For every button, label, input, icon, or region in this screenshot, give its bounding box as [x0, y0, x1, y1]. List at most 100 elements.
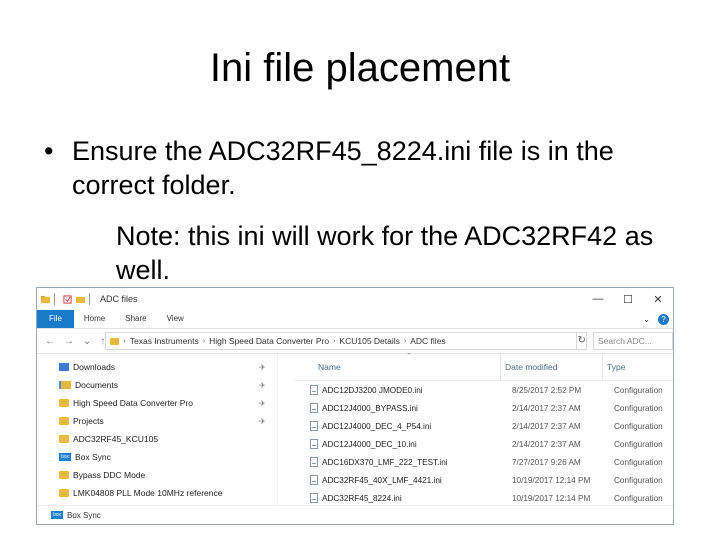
- ribbon: File Home Share View ⌄ ?: [37, 310, 673, 329]
- breadcrumb-hsdc-pro[interactable]: High Speed Data Converter Pro: [209, 336, 329, 346]
- nav-item-label: Documents: [75, 380, 118, 390]
- tab-share[interactable]: Share: [115, 310, 156, 328]
- ini-file-icon: [310, 421, 318, 431]
- pin-icon[interactable]: ✈: [259, 399, 266, 408]
- file-type: Configuration: [614, 493, 663, 503]
- nav-item-bypass-ddc[interactable]: Bypass DDC Mode: [37, 466, 277, 484]
- column-header-type[interactable]: Type: [602, 354, 625, 380]
- title-bar: ADC files — ☐ ✕: [37, 288, 673, 310]
- back-icon[interactable]: ←: [45, 336, 55, 347]
- column-header-name[interactable]: Name: [294, 362, 500, 372]
- pane-divider[interactable]: [278, 354, 294, 524]
- nav-item-projects[interactable]: Projects ✈: [37, 412, 277, 430]
- bullet-symbol: •: [44, 136, 54, 166]
- pin-icon[interactable]: ✈: [259, 417, 266, 426]
- tab-view[interactable]: View: [157, 310, 194, 328]
- folder-icon: [110, 337, 120, 345]
- nav-item-documents[interactable]: Documents ✈: [37, 376, 277, 394]
- maximize-button[interactable]: ☐: [613, 293, 643, 306]
- breadcrumb-kcu105-details[interactable]: KCU105 Details: [339, 336, 399, 346]
- table-row[interactable]: ADC12DJ3200 JMODE0.ini 8/25/2017 2:52 PM C…: [294, 381, 673, 399]
- ini-file-icon: [310, 493, 318, 503]
- address-bar[interactable]: › Texas Instruments › High Speed Data Co…: [105, 332, 578, 350]
- chevron-right-icon[interactable]: ›: [404, 338, 406, 345]
- slide-title: Ini file placement: [209, 46, 511, 90]
- table-row[interactable]: ADC12J4000_BYPASS.ini 2/14/2017 2:37 AM Co…: [294, 399, 673, 417]
- nav-item-label: Bypass DDC Mode: [73, 470, 146, 480]
- file-date: 10/19/2017 12:14 PM: [512, 493, 591, 503]
- box-icon: box: [51, 511, 63, 519]
- folder-icon: [59, 471, 69, 479]
- file-type: Configuration: [614, 457, 663, 467]
- refresh-icon[interactable]: ↻: [577, 332, 587, 350]
- separator: [54, 293, 55, 305]
- chevron-right-icon[interactable]: ›: [123, 338, 125, 345]
- file-type: Configuration: [614, 403, 663, 413]
- folder-icon: [41, 295, 50, 303]
- new-folder-icon[interactable]: [76, 295, 85, 304]
- chevron-down-icon[interactable]: ⌄: [83, 336, 91, 347]
- ini-file-icon: [310, 457, 318, 467]
- pin-icon[interactable]: ✈: [259, 363, 266, 372]
- properties-icon[interactable]: [63, 294, 72, 304]
- help-icon[interactable]: ?: [658, 313, 669, 325]
- chevron-down-icon[interactable]: ⌄: [643, 315, 650, 324]
- chevron-right-icon[interactable]: ›: [333, 338, 335, 345]
- pin-icon[interactable]: ✈: [259, 381, 266, 390]
- breadcrumb-texas-instruments[interactable]: Texas Instruments: [130, 336, 199, 346]
- file-rows: ADC12DJ3200 JMODE0.ini 8/25/2017 2:52 PM C…: [294, 381, 673, 524]
- sort-ascending-icon: ⌃: [406, 353, 412, 360]
- folder-icon: [59, 435, 69, 443]
- ini-file-icon: [310, 439, 318, 449]
- file-name: ADC32RF45_8224.ini: [322, 493, 402, 503]
- documents-icon: [59, 381, 71, 389]
- status-bar: box Box Sync: [37, 505, 673, 524]
- file-type: Configuration: [614, 421, 663, 431]
- status-item-label[interactable]: Box Sync: [67, 511, 101, 520]
- table-row[interactable]: ADC32RF45_40X_LMF_4421.ini 10/19/2017 12:…: [294, 471, 673, 489]
- file-name: ADC12DJ3200 JMODE0.ini: [322, 385, 423, 395]
- folder-icon: [59, 489, 69, 497]
- file-explorer-window: ADC files — ☐ ✕ File Home Share View ⌄ ?…: [36, 287, 674, 525]
- nav-item-label: LMK04808 PLL Mode 10MHz reference: [73, 488, 223, 498]
- table-row[interactable]: ADC16DX370_LMF_222_TEST.ini 7/27/2017 9:2…: [294, 453, 673, 471]
- box-icon: box: [59, 453, 71, 461]
- table-row[interactable]: ADC12J4000_DEC_10.ini 2/14/2017 2:37 AM Co…: [294, 435, 673, 453]
- tab-file[interactable]: File: [37, 310, 74, 328]
- file-name: ADC12J4000_DEC_4_P54.ini: [322, 421, 432, 431]
- file-list: ⌃ Name Date modified Type ADC12DJ3200 JM…: [294, 353, 673, 524]
- nav-item-label: Projects: [73, 416, 104, 426]
- nav-item-label: ADC32RF45_KCU105: [73, 434, 159, 444]
- nav-item-label: Box Sync: [75, 452, 111, 462]
- close-button[interactable]: ✕: [643, 293, 673, 306]
- chevron-right-icon[interactable]: ›: [203, 338, 205, 345]
- file-date: 2/14/2017 2:37 AM: [512, 421, 581, 431]
- ini-file-icon: [310, 403, 318, 413]
- column-header-date[interactable]: Date modified: [500, 354, 602, 380]
- search-input[interactable]: Search ADC...: [593, 332, 673, 350]
- nav-item-box-sync[interactable]: box Box Sync: [37, 448, 277, 466]
- tab-home[interactable]: Home: [74, 310, 115, 328]
- nav-item-downloads[interactable]: Downloads ✈: [37, 358, 277, 376]
- address-row: ← → ⌄ ↑ › Texas Instruments › High Speed…: [37, 329, 673, 354]
- folder-icon: [59, 399, 69, 407]
- navigation-buttons: ← → ⌄ ↑: [45, 336, 105, 347]
- file-date: 2/14/2017 2:37 AM: [512, 403, 581, 413]
- downloads-icon: [59, 363, 69, 371]
- nav-item-label: Downloads: [73, 362, 116, 372]
- nav-item-adc32rf45-kcu105[interactable]: ADC32RF45_KCU105: [37, 430, 277, 448]
- forward-icon[interactable]: →: [64, 336, 74, 347]
- column-header-row: ⌃ Name Date modified Type: [294, 353, 673, 381]
- file-date: 7/27/2017 9:26 AM: [512, 457, 581, 467]
- table-row[interactable]: ADC12J4000_DEC_4_P54.ini 2/14/2017 2:37 A…: [294, 417, 673, 435]
- breadcrumb-adc-files[interactable]: ADC files: [410, 336, 445, 346]
- window-controls: — ☐ ✕: [583, 293, 673, 306]
- navigation-pane: Downloads ✈ Documents ✈ High Speed Data …: [37, 354, 278, 524]
- window-title: ADC files: [100, 294, 138, 304]
- nav-item-lmk04808[interactable]: LMK04808 PLL Mode 10MHz reference: [37, 484, 277, 502]
- file-type: Configuration: [614, 385, 663, 395]
- nav-item-hsdc-pro[interactable]: High Speed Data Converter Pro ✈: [37, 394, 277, 412]
- note-text: Note: this ini will work for the ADC32RF…: [116, 221, 654, 285]
- file-name: ADC12J4000_BYPASS.ini: [322, 403, 418, 413]
- minimize-button[interactable]: —: [583, 293, 613, 306]
